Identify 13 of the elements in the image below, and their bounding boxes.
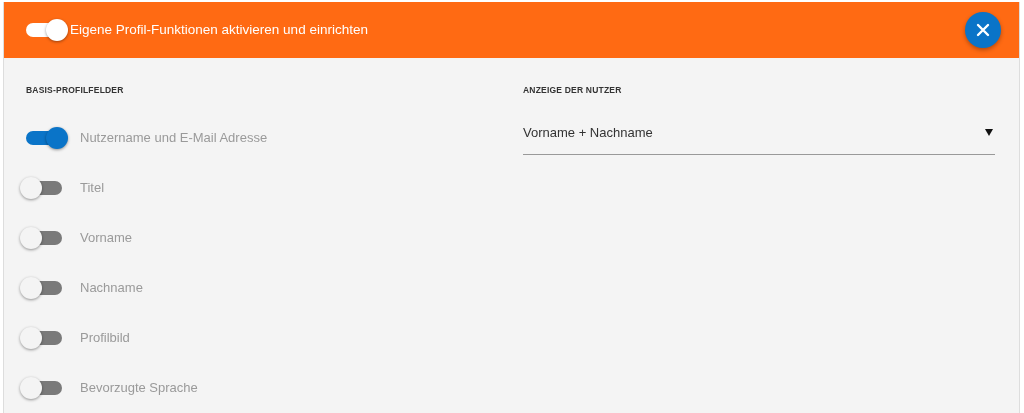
section-heading: ANZEIGE DER NUTZER <box>523 84 623 97</box>
field-label: Vorname <box>80 229 133 248</box>
field-label: Nutzername und E-Mail Adresse <box>80 129 268 148</box>
field-label: Titel <box>80 179 105 198</box>
field-label: Profilbild <box>80 329 130 348</box>
header-title: Eigene Profil-Funktionen aktivieren und einrichten <box>70 21 368 39</box>
field-label: Nachname <box>80 279 143 298</box>
section-heading: BASIS-PROFILFELDER <box>26 84 125 97</box>
field-label: Bevorzugte Sprache <box>80 379 198 398</box>
caret-icon <box>985 129 993 136</box>
display-select[interactable]: Vorname + Nachname <box>523 111 995 155</box>
close-button[interactable] <box>965 12 1001 49</box>
close-icon <box>976 23 990 38</box>
